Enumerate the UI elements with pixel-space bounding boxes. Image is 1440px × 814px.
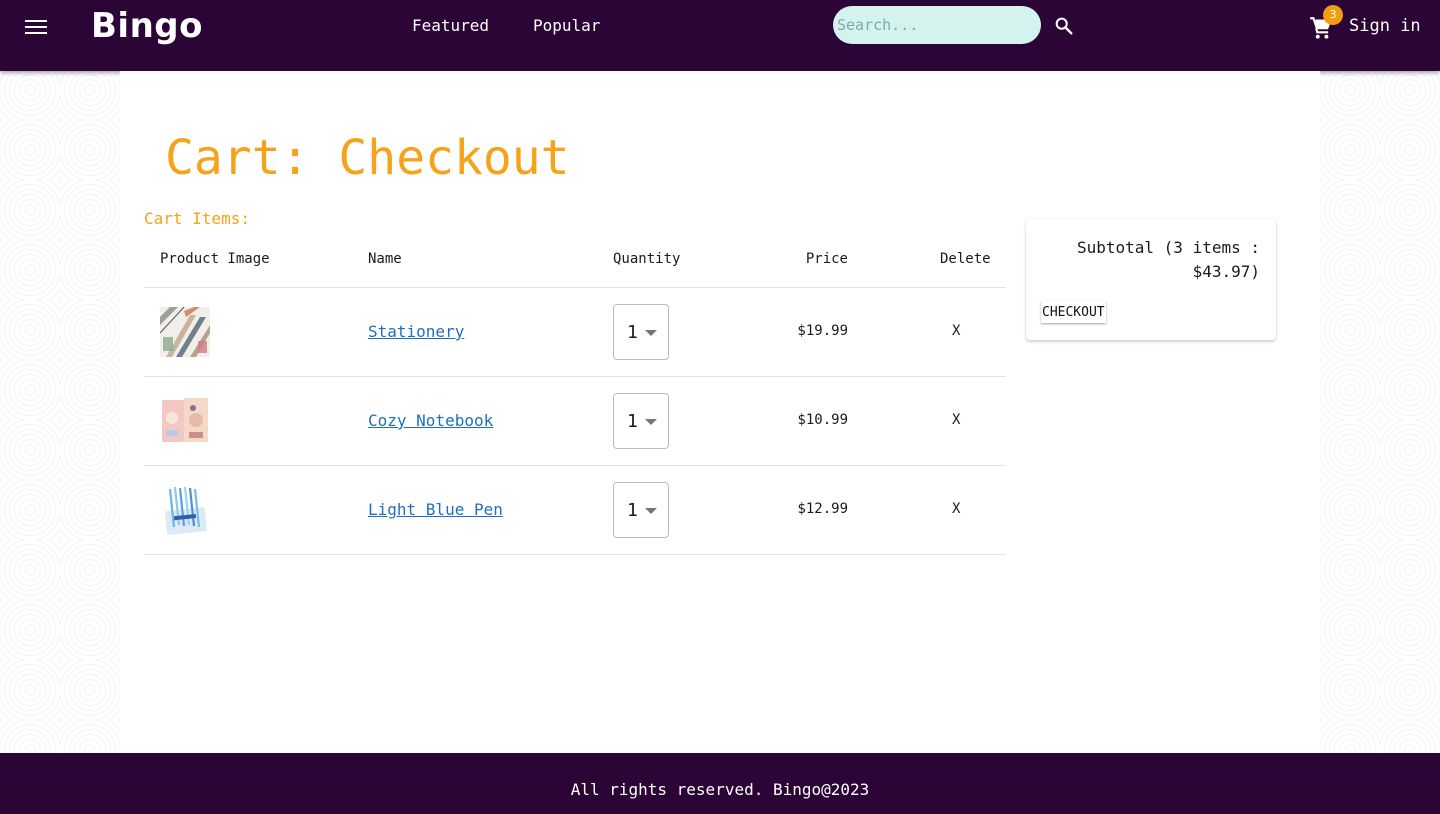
- table-row: Cozy Notebook 1 $10.99 X: [144, 377, 1006, 466]
- header-quantity: Quantity: [613, 251, 681, 267]
- price: $10.99: [797, 412, 848, 428]
- product-link-light-blue-pen[interactable]: Light Blue Pen: [368, 500, 503, 519]
- header-product-image: Product Image: [160, 251, 270, 267]
- cart-count-badge: 3: [1323, 5, 1343, 25]
- table-header: Product Image Name Quantity Price Delete: [144, 232, 1006, 288]
- search-icon[interactable]: [1053, 15, 1075, 37]
- price: $12.99: [797, 501, 848, 517]
- delete-button[interactable]: X: [952, 323, 960, 339]
- checkout-button[interactable]: CHECKOUT: [1041, 301, 1106, 323]
- logo[interactable]: Bingo: [91, 6, 203, 46]
- quantity-value: 1: [627, 411, 638, 432]
- page-title: Cart: Checkout: [165, 130, 570, 186]
- quantity-value: 1: [627, 500, 638, 521]
- order-summary-card: Subtotal (3 items : $43.97) CHECKOUT: [1026, 219, 1276, 340]
- quantity-value: 1: [627, 322, 638, 343]
- footer: All rights reserved. Bingo@2023: [0, 753, 1440, 814]
- table-row: Light Blue Pen 1 $12.99 X: [144, 466, 1006, 555]
- search-input[interactable]: [833, 6, 1041, 44]
- subtotal-text: Subtotal (3 items : $43.97): [1076, 238, 1260, 281]
- product-link-stationery[interactable]: Stationery: [368, 322, 464, 341]
- header-name: Name: [368, 251, 402, 267]
- nav-featured[interactable]: Featured: [412, 16, 489, 35]
- light-blue-pen-product-image[interactable]: [160, 485, 210, 535]
- delete-button[interactable]: X: [952, 501, 960, 517]
- cart-items-label: Cart Items:: [144, 209, 250, 228]
- menu-icon[interactable]: [25, 17, 47, 35]
- top-navbar: Bingo Featured Popular 3 Sign in: [0, 0, 1440, 71]
- cozy-notebook-product-image[interactable]: [160, 396, 210, 446]
- header-price: Price: [805, 251, 848, 267]
- dropdown-arrow-icon: [645, 419, 657, 425]
- cart-table: Product Image Name Quantity Price Delete…: [144, 232, 1006, 555]
- quantity-select[interactable]: 1: [613, 304, 669, 360]
- footer-copyright: All rights reserved. Bingo@2023: [570, 780, 870, 799]
- table-row: Stationery 1 $19.99 X: [144, 288, 1006, 377]
- product-link-cozy-notebook[interactable]: Cozy Notebook: [368, 411, 493, 430]
- price: $19.99: [797, 323, 848, 339]
- delete-button[interactable]: X: [952, 412, 960, 428]
- quantity-select[interactable]: 1: [613, 482, 669, 538]
- sign-in-link[interactable]: Sign in: [1349, 16, 1421, 36]
- stationery-product-image[interactable]: [160, 307, 210, 357]
- quantity-select[interactable]: 1: [613, 393, 669, 449]
- header-delete: Delete: [940, 251, 991, 267]
- nav-popular[interactable]: Popular: [533, 16, 600, 35]
- dropdown-arrow-icon: [645, 330, 657, 336]
- dropdown-arrow-icon: [645, 508, 657, 514]
